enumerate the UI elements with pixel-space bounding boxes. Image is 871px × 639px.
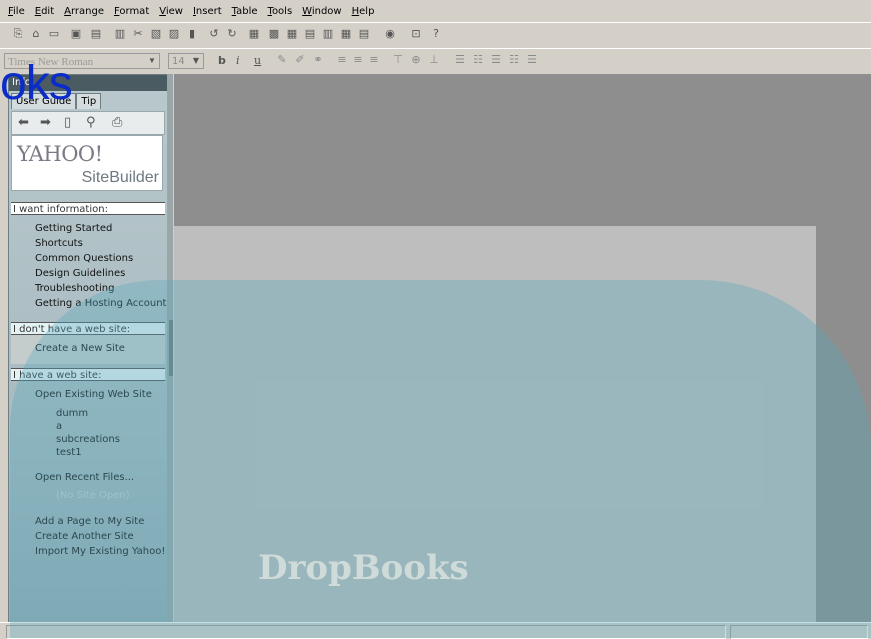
- menu-view[interactable]: View: [159, 6, 183, 17]
- status-message-area: [6, 625, 726, 639]
- valign-middle-icon[interactable]: ⊕: [410, 54, 422, 66]
- font-family-select[interactable]: Times New Roman ▼: [4, 53, 160, 69]
- layer-icon[interactable]: ▦: [340, 28, 352, 40]
- menu-help[interactable]: Help: [352, 6, 375, 17]
- site-item-subcreations[interactable]: subcreations: [56, 434, 120, 445]
- delete-icon[interactable]: ▮: [186, 28, 198, 40]
- link-open-existing-site[interactable]: Open Existing Web Site: [35, 389, 152, 400]
- undo-icon[interactable]: ↺: [208, 28, 220, 40]
- media-icon[interactable]: ▥: [322, 28, 334, 40]
- standard-toolbar: ⎘ ⌂ ▭ ▣ ▤ ▥ ✂ ▧ ▨ ▮ ↺ ↻ ▦ ▩ ▦ ▤ ▥ ▦ ▤ ◉ …: [0, 22, 871, 47]
- panel-tabs: User Guide Tip: [11, 93, 102, 109]
- save-all-icon[interactable]: ▤: [90, 28, 102, 40]
- site-item-a[interactable]: a: [56, 421, 62, 432]
- cut-icon[interactable]: ✂: [132, 28, 144, 40]
- section-info-header: I want information:: [11, 202, 165, 215]
- tab-user-guide[interactable]: User Guide: [11, 93, 77, 109]
- redo-icon[interactable]: ↻: [226, 28, 238, 40]
- no-site-open-label: (No Site Open): [56, 490, 130, 501]
- link-shortcuts[interactable]: Shortcuts: [35, 238, 83, 249]
- menu-table[interactable]: Table: [232, 6, 258, 17]
- info-panel: Info User Guide Tip ⬅ ➡ ▯ ⚲ ⎙ YAHOO! Site…: [8, 74, 168, 624]
- valign-bottom-icon[interactable]: ⊥: [428, 54, 440, 66]
- preview-icon[interactable]: ◉: [384, 28, 396, 40]
- status-info-area: [730, 625, 868, 639]
- menu-insert[interactable]: Insert: [193, 6, 222, 17]
- logo-sitebuilder-text: SiteBuilder: [81, 169, 159, 186]
- upload-icon[interactable]: ⊡: [410, 28, 422, 40]
- new-page-icon[interactable]: ⌂: [30, 28, 42, 40]
- logo-yahoo-text: YAHOO!: [17, 142, 103, 166]
- link-getting-started[interactable]: Getting Started: [35, 223, 112, 234]
- link-import-yahoo-site[interactable]: Import My Existing Yahoo!: [35, 546, 165, 557]
- chevron-down-icon: ▼: [148, 56, 156, 65]
- text-color-icon[interactable]: ✎: [276, 54, 288, 66]
- help-nav-bar: ⬅ ➡ ▯ ⚲ ⎙: [11, 111, 165, 135]
- help-icon[interactable]: ?: [430, 28, 442, 40]
- tab-tip[interactable]: Tip: [76, 93, 102, 109]
- site-item-dumm[interactable]: dumm: [56, 408, 88, 419]
- table-icon[interactable]: ▦: [286, 28, 298, 40]
- menu-file[interactable]: File: [8, 6, 25, 17]
- bullets-icon[interactable]: ☰: [454, 54, 466, 66]
- italic-button[interactable]: i: [236, 54, 240, 67]
- forward-icon[interactable]: ➡: [40, 115, 51, 130]
- link-open-recent-files[interactable]: Open Recent Files...: [35, 472, 134, 483]
- link-icon[interactable]: ⚭: [312, 54, 324, 66]
- status-bar: [0, 622, 871, 639]
- link-create-another-site[interactable]: Create Another Site: [35, 531, 134, 542]
- indent-icon[interactable]: ☰: [490, 54, 502, 66]
- publish-icon[interactable]: ▥: [114, 28, 126, 40]
- list-icon[interactable]: ☰: [526, 54, 538, 66]
- menu-edit[interactable]: Edit: [35, 6, 54, 17]
- page-icon[interactable]: ▤: [358, 28, 370, 40]
- menu-format[interactable]: Format: [114, 6, 149, 17]
- menu-window[interactable]: Window: [302, 6, 341, 17]
- copy-icon[interactable]: ▧: [150, 28, 162, 40]
- align-center-icon[interactable]: ≡: [352, 54, 364, 66]
- link-design-guidelines[interactable]: Design Guidelines: [35, 268, 125, 279]
- format-toolbar: Times New Roman ▼ 14 ▼ b i u ✎ ✐ ⚭ ≡ ≡ ≡…: [0, 48, 871, 73]
- site-item-test1[interactable]: test1: [56, 447, 82, 458]
- link-hosting-account[interactable]: Getting a Hosting Account: [35, 298, 166, 309]
- text-box-icon[interactable]: ▦: [248, 28, 260, 40]
- bold-button[interactable]: b: [218, 54, 226, 67]
- paste-icon[interactable]: ▨: [168, 28, 180, 40]
- splitter-handle[interactable]: [169, 320, 173, 376]
- info-panel-title: Info: [9, 75, 167, 91]
- back-icon[interactable]: ⬅: [18, 115, 29, 130]
- menu-tools[interactable]: Tools: [268, 6, 293, 17]
- link-troubleshooting[interactable]: Troubleshooting: [35, 283, 114, 294]
- section-havesite-header: I have a web site:: [11, 368, 165, 381]
- section-nosite-header: I don't have a web site:: [11, 322, 165, 335]
- print-icon[interactable]: ⎙: [112, 115, 122, 130]
- font-size-value: 14: [172, 56, 185, 67]
- link-add-page[interactable]: Add a Page to My Site: [35, 516, 144, 527]
- menu-bar: File Edit Arrange Format View Insert Tab…: [0, 0, 871, 22]
- font-family-value: Times New Roman: [8, 56, 94, 68]
- font-size-select[interactable]: 14 ▼: [168, 53, 204, 69]
- new-site-icon[interactable]: ⎘: [12, 28, 24, 40]
- search-icon[interactable]: ⚲: [86, 115, 96, 130]
- underline-button[interactable]: u: [254, 54, 261, 67]
- valign-top-icon[interactable]: ⊤: [392, 54, 404, 66]
- yahoo-sitebuilder-logo: YAHOO! SiteBuilder: [11, 135, 163, 191]
- numbering-icon[interactable]: ☷: [472, 54, 484, 66]
- open-icon[interactable]: ▭: [48, 28, 60, 40]
- page-canvas[interactable]: [174, 226, 816, 622]
- highlight-icon[interactable]: ✐: [294, 54, 306, 66]
- align-right-icon[interactable]: ≡: [368, 54, 380, 66]
- chevron-down-icon: ▼: [192, 56, 200, 65]
- save-icon[interactable]: ▣: [70, 28, 82, 40]
- image-icon[interactable]: ▩: [268, 28, 280, 40]
- outdent-icon[interactable]: ☷: [508, 54, 520, 66]
- align-left-icon[interactable]: ≡: [336, 54, 348, 66]
- link-create-new-site[interactable]: Create a New Site: [35, 343, 125, 354]
- link-common-questions[interactable]: Common Questions: [35, 253, 133, 264]
- menu-arrange[interactable]: Arrange: [64, 6, 104, 17]
- home-icon[interactable]: ▯: [64, 115, 71, 130]
- form-icon[interactable]: ▤: [304, 28, 316, 40]
